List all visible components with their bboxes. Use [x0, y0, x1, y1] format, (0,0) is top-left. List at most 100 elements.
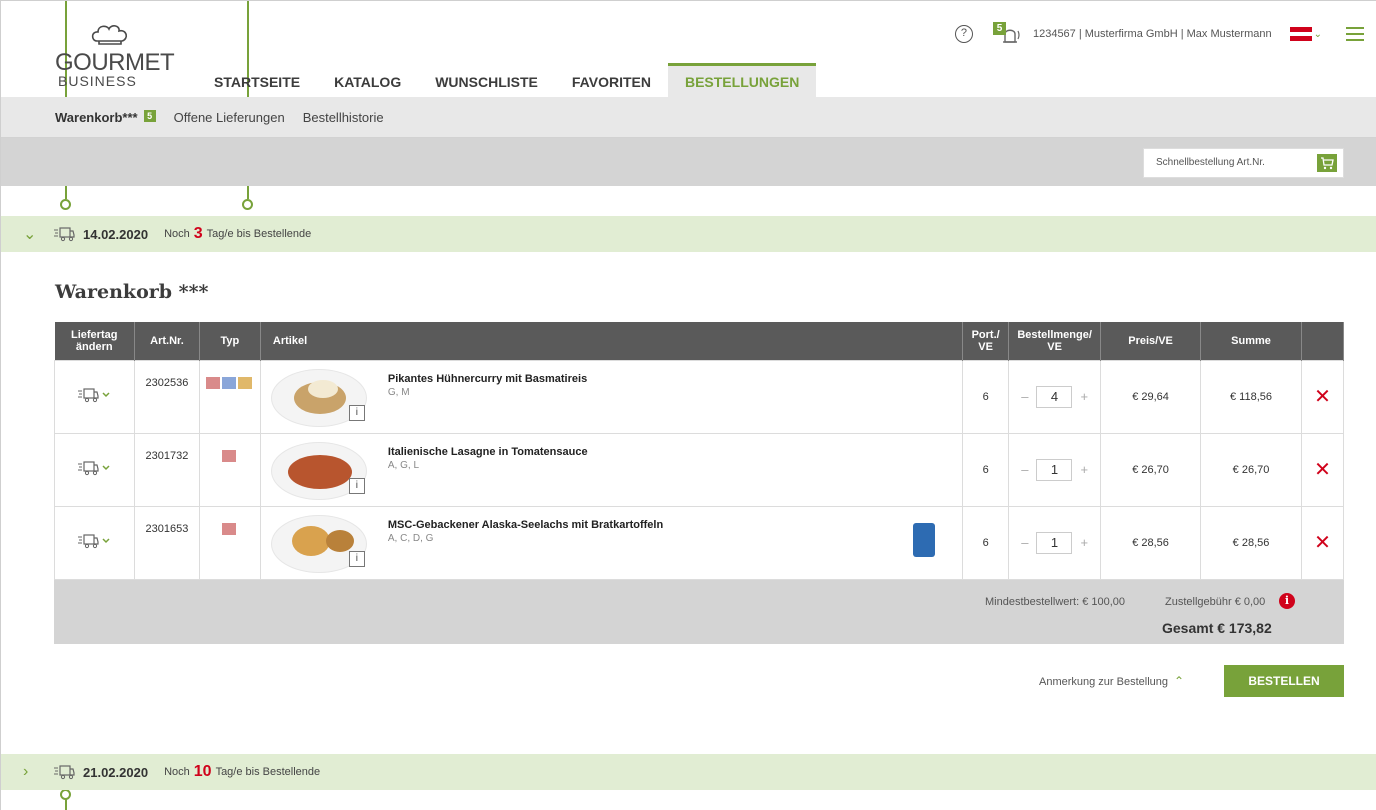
annotation-pin-marker	[60, 199, 71, 210]
cart-summary: Mindestbestellwert: € 100,00 Zustellgebü…	[54, 580, 1344, 644]
minus-button[interactable]: –	[1021, 462, 1028, 477]
sum-cell: € 118,56	[1200, 359, 1302, 434]
tab-favoriten[interactable]: FAVORITEN	[555, 63, 668, 97]
frozen-type-icon	[221, 522, 236, 535]
table-header: Liefertag ändern Art.Nr. Typ Artikel Por…	[54, 322, 1345, 360]
article-cell: i Italienische Lasagne in Tomatensauce A…	[259, 432, 964, 507]
subnav-warenkorb[interactable]: Warenkorb*** 5	[55, 109, 156, 125]
delivery-fee: Zustellgebühr € 0,00	[1165, 596, 1266, 608]
quick-order-placeholder: Schnellbestellung Art.Nr.	[1156, 157, 1265, 168]
tab-startseite[interactable]: STARTSEITE	[197, 63, 317, 97]
account-info[interactable]: 1234567 | Musterfirma GmbH | Max Musterm…	[1033, 28, 1272, 40]
quantity-input[interactable]: 4	[1036, 385, 1073, 408]
subnav-bestellhistorie[interactable]: Bestellhistorie	[303, 110, 384, 125]
cart-title: Warenkorb ***	[55, 281, 209, 303]
msc-label-icon	[912, 522, 935, 557]
change-delivery-cell[interactable]	[54, 432, 135, 507]
article-name[interactable]: MSC-Gebackener Alaska-Seelachs mit Bratk…	[388, 519, 663, 531]
artnr-cell: 2301732	[133, 432, 200, 507]
artnr-cell: 2301653	[133, 505, 200, 580]
price-cell: € 26,70	[1100, 432, 1202, 507]
article-allergens: A, C, D, G	[387, 532, 434, 544]
qty-cell: –4 +	[1008, 359, 1102, 434]
chevron-right-icon[interactable]: ›	[23, 763, 43, 781]
quantity-input[interactable]: 1	[1036, 531, 1073, 554]
typ-cell	[198, 505, 261, 580]
info-icon[interactable]: i	[348, 404, 365, 421]
price-cell: € 29,64	[1100, 359, 1202, 434]
days-remaining: 10	[193, 763, 212, 780]
minus-button[interactable]: –	[1021, 389, 1028, 404]
wheat-type-icon	[237, 376, 252, 389]
page: GOURMET BUSINESS STARTSEITE KATALOG WUNS…	[0, 0, 1376, 810]
tab-bestellungen[interactable]: BESTELLUNGEN	[667, 63, 817, 97]
header-utilities: ? 5 1234567 | Musterfirma GmbH | Max Mus…	[954, 19, 1376, 49]
austria-flag-icon[interactable]	[1289, 27, 1312, 42]
main-nav: STARTSEITE KATALOG WUNSCHLISTE FAVORITEN…	[197, 63, 817, 97]
annotation-pin-marker	[242, 199, 253, 210]
plus-button[interactable]: +	[1080, 389, 1088, 404]
plus-button[interactable]: +	[1080, 462, 1088, 477]
delivery-date: 21.02.2020	[83, 764, 149, 780]
delivery-truck-icon	[54, 227, 75, 242]
sum-cell: € 26,70	[1200, 432, 1302, 507]
frozen-type-icon	[205, 376, 220, 389]
port-cell: 6	[962, 432, 1010, 507]
article-name[interactable]: Pikantes Hühnercurry mit Basmatireis	[388, 373, 587, 385]
delete-icon[interactable]: ✕	[1314, 386, 1331, 408]
chevron-down-icon[interactable]: ⌄	[1314, 29, 1322, 40]
info-circle-icon[interactable]: i	[1279, 593, 1295, 609]
hamburger-menu-icon[interactable]	[1346, 23, 1364, 45]
minimum-order-value: Mindestbestellwert: € 100,00	[985, 596, 1126, 608]
chef-hat-icon	[91, 25, 128, 45]
cart-icon[interactable]	[1317, 154, 1337, 172]
sub-nav: Warenkorb*** 5 Offene Lieferungen Bestell…	[1, 97, 1376, 138]
snowflake-type-icon	[221, 376, 236, 389]
delete-icon[interactable]: ✕	[1314, 459, 1331, 481]
change-delivery-cell[interactable]	[54, 359, 135, 434]
article-allergens: G, M	[387, 386, 410, 398]
port-cell: 6	[962, 505, 1010, 580]
article-cell: i Pikantes Hühnercurry mit Basmatireis G…	[259, 359, 964, 434]
table-row: 2302536 i Pikantes Hühnercurry mit Basma…	[54, 359, 1345, 434]
deadline-prefix: Noch	[164, 766, 190, 778]
delivery-date-row[interactable]: ⌄ 14.02.2020 Noch 3 Tag/e bis Bestellend…	[1, 216, 1376, 252]
artnr-cell: 2302536	[133, 359, 200, 434]
col-delete	[1301, 322, 1345, 360]
article-name[interactable]: Italienische Lasagne in Tomatensauce	[388, 446, 588, 458]
subnav-offene-lieferungen[interactable]: Offene Lieferungen	[174, 110, 285, 125]
plus-button[interactable]: +	[1080, 535, 1088, 550]
order-button[interactable]: BESTELLEN	[1224, 665, 1344, 697]
col-qty: Bestellmenge/ VE	[1008, 322, 1102, 360]
article-cell: i MSC-Gebackener Alaska-Seelachs mit Bra…	[259, 505, 964, 580]
col-typ: Typ	[199, 322, 261, 360]
notification-bell[interactable]: 5	[992, 22, 1023, 46]
delivery-truck-icon	[78, 534, 111, 549]
info-icon[interactable]: i	[348, 477, 365, 494]
annotation-pin-line	[65, 799, 67, 810]
change-delivery-cell[interactable]	[54, 505, 135, 580]
delete-cell: ✕	[1300, 505, 1345, 580]
notification-badge: 5	[992, 22, 1006, 35]
quick-order-input[interactable]: Schnellbestellung Art.Nr.	[1143, 148, 1344, 178]
delivery-date-row[interactable]: › 21.02.2020 Noch 10 Tag/e bis Bestellen…	[1, 754, 1376, 790]
tab-wunschliste[interactable]: WUNSCHLISTE	[418, 63, 555, 97]
help-icon[interactable]: ?	[954, 25, 973, 43]
delete-icon[interactable]: ✕	[1314, 532, 1331, 554]
tab-katalog[interactable]: KATALOG	[317, 63, 418, 97]
col-port: Port./ VE	[962, 322, 1010, 360]
subnav-warenkorb-label: Warenkorb***	[55, 109, 138, 125]
chevron-up-icon: ⌃	[1174, 674, 1185, 688]
days-remaining: 3	[193, 225, 203, 242]
chevron-down-icon[interactable]: ⌄	[23, 224, 43, 244]
delete-cell: ✕	[1300, 359, 1345, 434]
logo[interactable]: GOURMET BUSINESS	[55, 23, 185, 89]
grand-total: Gesamt € 173,82	[1162, 620, 1272, 636]
delivery-truck-icon	[78, 461, 111, 476]
article-allergens: A, G, L	[387, 459, 420, 471]
col-artnr: Art.Nr.	[134, 322, 200, 360]
quantity-input[interactable]: 1	[1036, 458, 1073, 481]
info-icon[interactable]: i	[348, 550, 365, 567]
minus-button[interactable]: –	[1021, 535, 1028, 550]
order-note-toggle[interactable]: Anmerkung zur Bestellung ⌃	[1039, 674, 1184, 688]
